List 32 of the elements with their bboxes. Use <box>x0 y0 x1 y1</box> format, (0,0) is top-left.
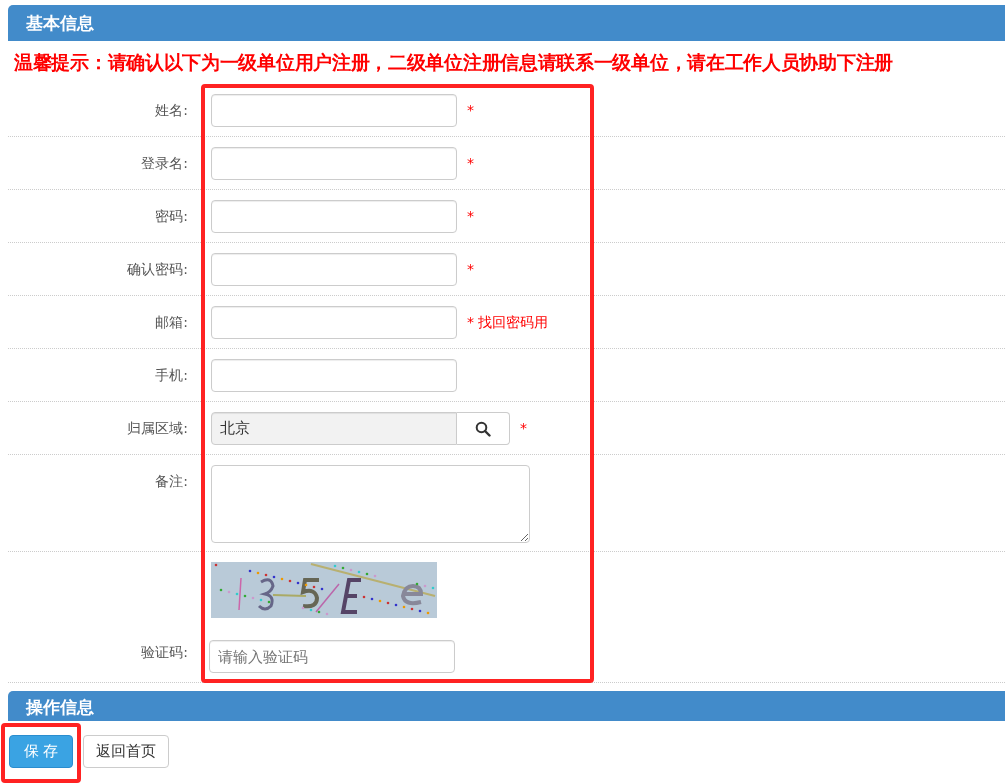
required-mark: * <box>467 154 474 171</box>
required-mark: * <box>467 207 474 224</box>
field-label: 验证码: <box>141 644 188 660</box>
required-mark: * <box>467 101 474 118</box>
captcha-image[interactable] <box>211 562 437 618</box>
captcha-input[interactable]: 请输入验证码 <box>209 640 455 673</box>
search-button[interactable] <box>457 412 510 445</box>
field-label: 手机: <box>155 367 188 383</box>
field-label: 姓名: <box>155 102 188 118</box>
input-field[interactable] <box>211 147 457 180</box>
field-label: 登录名: <box>141 155 188 171</box>
field-label: 邮箱: <box>155 314 188 330</box>
input-field[interactable]: 北京 <box>211 412 457 445</box>
required-mark: * <box>467 313 474 330</box>
field-label: 密码: <box>155 208 188 224</box>
section-header: 基本信息 <box>8 5 1005 41</box>
input-field[interactable] <box>211 253 457 286</box>
hint-text: 找回密码用 <box>478 313 548 332</box>
input-field[interactable] <box>211 359 457 392</box>
required-mark: * <box>467 260 474 277</box>
required-mark: * <box>520 419 527 436</box>
input-field[interactable] <box>211 200 457 233</box>
input-field[interactable] <box>211 94 457 127</box>
input-field[interactable] <box>211 306 457 339</box>
field-label: 备注: <box>155 473 188 489</box>
field-label: 归属区域: <box>127 420 188 436</box>
field-label: 确认密码: <box>127 261 188 277</box>
section-header: 操作信息 <box>8 691 1005 721</box>
notice-text: 温馨提示：请确认以下为一级单位用户注册，二级单位注册信息请联系一级单位，请在工作人员协助下注册 <box>13 50 894 75</box>
home-button[interactable]: 返回首页 <box>83 735 169 768</box>
textarea-field[interactable] <box>211 465 530 543</box>
search-icon <box>475 420 491 437</box>
